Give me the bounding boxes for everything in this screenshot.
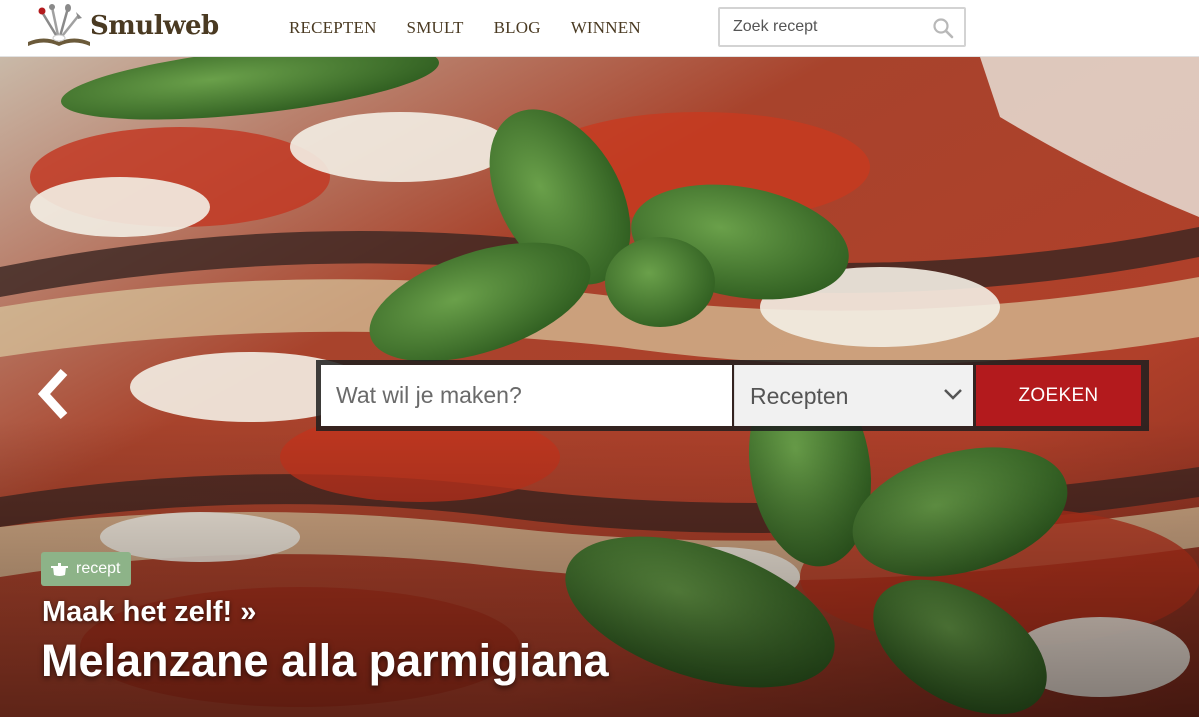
hero-kicker-link[interactable]: Maak het zelf! » [42,596,256,629]
chevron-left-icon[interactable] [30,364,80,424]
category-dropdown[interactable]: Recepten [734,365,973,426]
header-search-box [718,7,966,47]
nav-item-smult[interactable]: SMULT [407,18,464,38]
site-header: Smulweb RECEPTEN SMULT BLOG WINNEN [0,0,1199,57]
main-nav: RECEPTEN SMULT BLOG WINNEN [289,18,671,38]
logo-text: Smulweb [90,11,219,41]
recipe-search-input[interactable] [321,365,732,426]
header-search-input[interactable] [720,9,925,45]
recipe-badge: recept [41,552,132,586]
nav-item-blog[interactable]: BLOG [494,18,541,38]
search-submit-button[interactable]: ZOEKEN [976,365,1141,426]
nav-item-recepten[interactable]: RECEPTEN [289,18,377,38]
recipe-search-panel: Recepten ZOEKEN [316,360,1149,431]
chevron-down-icon [944,389,962,400]
site-logo[interactable]: Smulweb [24,2,234,52]
nav-item-winnen[interactable]: WINNEN [571,18,641,38]
hero-banner: Recepten ZOEKEN recept Maak het zelf! » … [0,57,1199,717]
search-icon[interactable] [932,17,954,39]
badge-label: recept [76,560,121,577]
category-dropdown-value: Recepten [750,383,849,409]
chef-utensils-logo-icon [28,4,90,46]
cooking-pot-icon [51,562,68,576]
hero-title[interactable]: Melanzane alla parmigiana [41,635,609,687]
